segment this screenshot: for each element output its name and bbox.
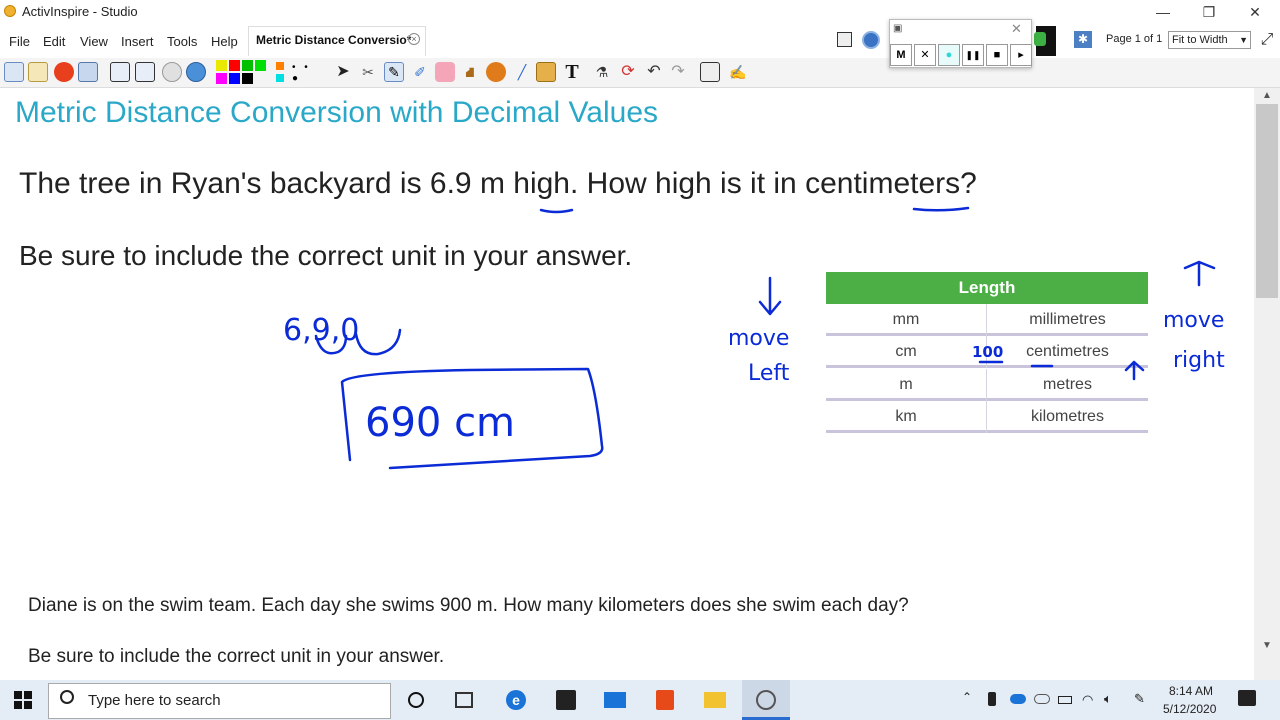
file-explorer-icon[interactable]: [704, 692, 726, 708]
usb-icon[interactable]: [988, 692, 996, 706]
ink-factor-100: 100: [972, 343, 1003, 361]
scroll-up-icon[interactable]: ▲: [1262, 90, 1272, 101]
underline-centimeters: [912, 206, 970, 212]
notifications-icon[interactable]: [1238, 690, 1256, 706]
onedrive-icon[interactable]: [1010, 694, 1026, 704]
battery-icon[interactable]: [1058, 696, 1072, 704]
edge-browser-icon[interactable]: e: [506, 690, 526, 710]
clock-date[interactable]: 5/12/2020: [1163, 702, 1216, 716]
office-icon[interactable]: [656, 690, 674, 710]
cloud-icon[interactable]: [1034, 694, 1050, 704]
scroll-thumb[interactable]: [1256, 104, 1278, 298]
windows-start-icon[interactable]: [14, 691, 32, 709]
cortana-icon[interactable]: [408, 692, 424, 708]
volume-icon[interactable]: 🔈︎: [1104, 691, 1112, 707]
pen-workspace-icon[interactable]: ✎: [1134, 691, 1145, 707]
wifi-icon[interactable]: ◠: [1082, 692, 1093, 708]
ink-work-digits: 6,9,0: [283, 313, 359, 348]
store-icon[interactable]: [556, 690, 576, 710]
move-right-arrow-icon: [1183, 260, 1216, 287]
clock-time[interactable]: 8:14 AM: [1169, 684, 1213, 698]
mail-icon[interactable]: [604, 692, 626, 708]
hop-arrow-2: [354, 328, 402, 356]
scroll-down-icon[interactable]: ▼: [1262, 640, 1272, 651]
move-left-arrow-icon: [758, 276, 782, 316]
activinspire-taskbar-icon: [756, 690, 776, 710]
ink-move-left-word-1: move: [728, 326, 789, 351]
search-icon: [60, 690, 74, 704]
ink-move-left-word-2: Left: [748, 361, 790, 386]
ink-answer: 690 cm: [365, 400, 515, 446]
ink-annotations: 6,9,0 690 cm 100 move Left move right: [283, 206, 1225, 470]
ink-move-right-word-1: move: [1163, 308, 1224, 333]
task-view-icon[interactable]: [455, 692, 473, 708]
show-hidden-icons-icon[interactable]: ⌃: [962, 690, 972, 704]
underline-m: [539, 208, 574, 214]
ink-move-right-word-2: right: [1173, 348, 1225, 373]
taskbar-search-placeholder: Type here to search: [88, 692, 221, 709]
small-up-arrow-icon: [1124, 360, 1145, 381]
